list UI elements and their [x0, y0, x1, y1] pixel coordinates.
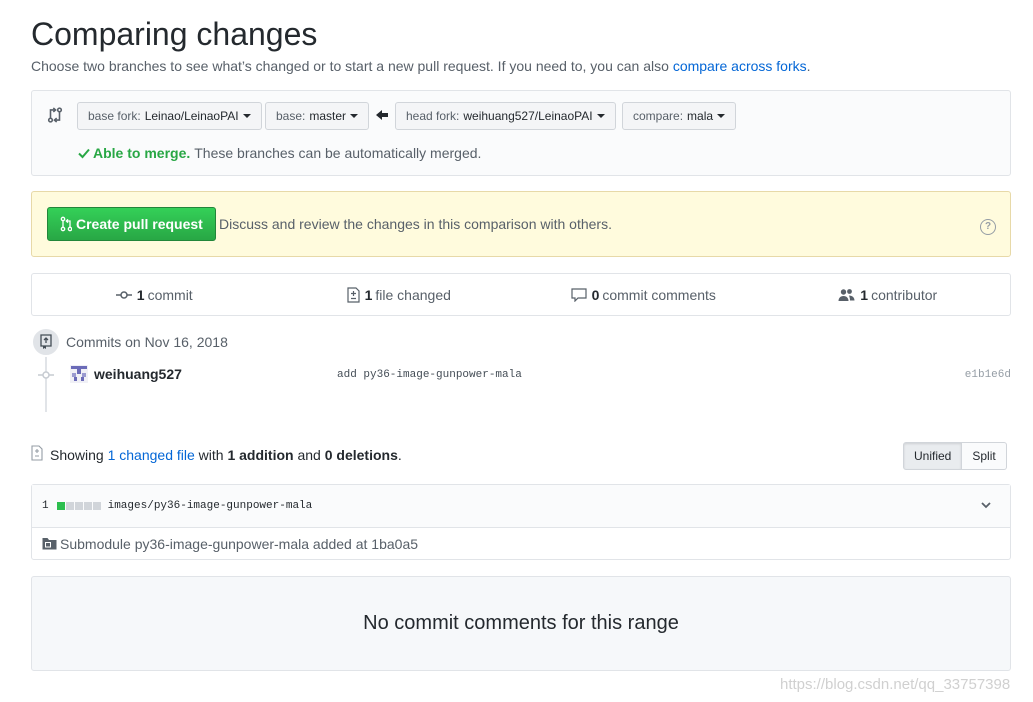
- file-diff-icon: [31, 445, 43, 461]
- commit-sha-link[interactable]: e1b1e6d: [965, 369, 1011, 381]
- diffstat-block: [74, 502, 83, 510]
- description-text: Choose two branches to see what’s change…: [31, 58, 669, 74]
- commits-tab[interactable]: 1 commit: [32, 274, 277, 315]
- merge-status: Able to merge. These branches can be aut…: [78, 145, 481, 161]
- contributors-count: 1: [860, 286, 869, 303]
- compare-label: compare:: [633, 109, 684, 123]
- base-label: base:: [276, 109, 306, 123]
- diffstat-bar: [56, 502, 102, 510]
- comment-icon: [570, 287, 587, 302]
- commit-author-link[interactable]: weihuang527: [94, 366, 182, 382]
- file-header[interactable]: 1 images/py36-image-gunpower-mala: [32, 485, 1010, 528]
- base-fork-value: Leinao/LeinaoPAI: [144, 109, 239, 123]
- create-pr-panel: Create pull request Discuss and review t…: [31, 191, 1011, 257]
- unified-view-button[interactable]: Unified: [903, 442, 963, 470]
- file-body: Submodule py36-image-gunpower-mala added…: [32, 528, 1010, 559]
- git-compare-icon: [47, 107, 63, 123]
- contributors-label: contributor: [871, 286, 938, 303]
- with-label: with: [198, 447, 224, 463]
- files-count: 1: [364, 286, 373, 303]
- merge-status-label: Able to merge.: [93, 145, 191, 161]
- files-changed-tab[interactable]: 1 file changed: [277, 274, 522, 315]
- diffstat-block: [92, 502, 101, 510]
- question-icon[interactable]: ?: [980, 219, 996, 235]
- base-branch-select[interactable]: base: master: [265, 102, 370, 130]
- range-editor: base fork: Leinao/LeinaoPAI base: master…: [31, 90, 1011, 176]
- caret-down-icon: [596, 114, 605, 118]
- commits-label: commit: [147, 286, 193, 303]
- commit-message-link[interactable]: add py36-image-gunpower-mala: [337, 369, 522, 381]
- head-fork-select[interactable]: head fork: weihuang527/LeinaoPAI: [395, 102, 616, 130]
- file-change-count: 1: [42, 500, 49, 512]
- base-fork-select[interactable]: base fork: Leinao/LeinaoPAI: [77, 102, 262, 130]
- commit-node-icon: [38, 371, 54, 379]
- diffstat-block: [56, 502, 65, 510]
- arrow-left-icon: [376, 110, 388, 120]
- files-label: file changed: [375, 286, 451, 303]
- repo-push-icon: [40, 334, 52, 349]
- file-path-link[interactable]: images/py36-image-gunpower-mala: [108, 500, 313, 512]
- split-view-button[interactable]: Split: [962, 442, 1007, 470]
- contributors-tab[interactable]: 1 contributor: [766, 274, 1011, 315]
- changed-file-link[interactable]: 1 changed file: [108, 447, 195, 463]
- file-diff: 1 images/py36-image-gunpower-mala Submod…: [31, 484, 1011, 560]
- head-fork-label: head fork:: [406, 109, 460, 123]
- chevron-down-icon[interactable]: [980, 499, 992, 511]
- compare-branch-select[interactable]: compare: mala: [622, 102, 737, 130]
- additions-count: 1 addition: [227, 447, 294, 463]
- deletions-count: 0 deletions: [324, 447, 398, 463]
- file-submodule-icon: [42, 538, 57, 550]
- caret-down-icon: [242, 114, 251, 118]
- showing-label: Showing: [50, 447, 104, 463]
- description-period: .: [806, 58, 811, 74]
- compare-value: mala: [687, 109, 714, 123]
- diffstat-block: [83, 502, 92, 510]
- and-label: and: [297, 447, 321, 463]
- git-pull-request-icon: [60, 216, 72, 232]
- caret-down-icon: [350, 114, 359, 118]
- comments-tab[interactable]: 0 commit comments: [521, 274, 766, 315]
- create-pull-request-button[interactable]: Create pull request: [47, 207, 216, 241]
- create-pull-request-label: Create pull request: [76, 216, 203, 232]
- page-description: Choose two branches to see what’s change…: [31, 58, 811, 74]
- diff-view-toggle: Unified Split: [903, 442, 1007, 470]
- commits-date-heading: Commits on Nov 16, 2018: [66, 334, 228, 350]
- people-icon: [838, 288, 855, 301]
- comments-label: commit comments: [602, 286, 716, 303]
- compare-across-forks-link[interactable]: compare across forks: [673, 58, 807, 74]
- comments-count: 0: [591, 286, 600, 303]
- avatar[interactable]: [70, 365, 88, 383]
- page-title: Comparing changes: [31, 16, 318, 52]
- comparison-stats: 1 commit 1 file changed 0 commit comment…: [31, 273, 1011, 316]
- base-value: master: [309, 109, 347, 123]
- commits-count: 1: [136, 286, 145, 303]
- submodule-text: Submodule py36-image-gunpower-mala added…: [60, 535, 419, 552]
- commits-badge: [31, 327, 61, 357]
- caret-down-icon: [717, 114, 726, 118]
- create-pr-description: Discuss and review the changes in this c…: [219, 216, 612, 232]
- check-icon: [78, 148, 90, 159]
- no-comments-blankslate: No commit comments for this range: [31, 576, 1011, 671]
- file-diff-icon: [346, 286, 360, 303]
- base-fork-label: base fork:: [88, 109, 141, 123]
- git-commit-icon: [115, 290, 132, 299]
- merge-status-text: These branches can be automatically merg…: [194, 145, 482, 161]
- diffstat-block: [65, 502, 74, 510]
- watermark: https://blog.csdn.net/qq_33757398: [780, 676, 1011, 693]
- head-fork-value: weihuang527/LeinaoPAI: [463, 109, 593, 123]
- merge-ok: Able to merge.: [78, 145, 190, 161]
- files-summary: Showing 1 changed file with 1 addition a…: [50, 447, 402, 463]
- summary-period: .: [397, 447, 402, 463]
